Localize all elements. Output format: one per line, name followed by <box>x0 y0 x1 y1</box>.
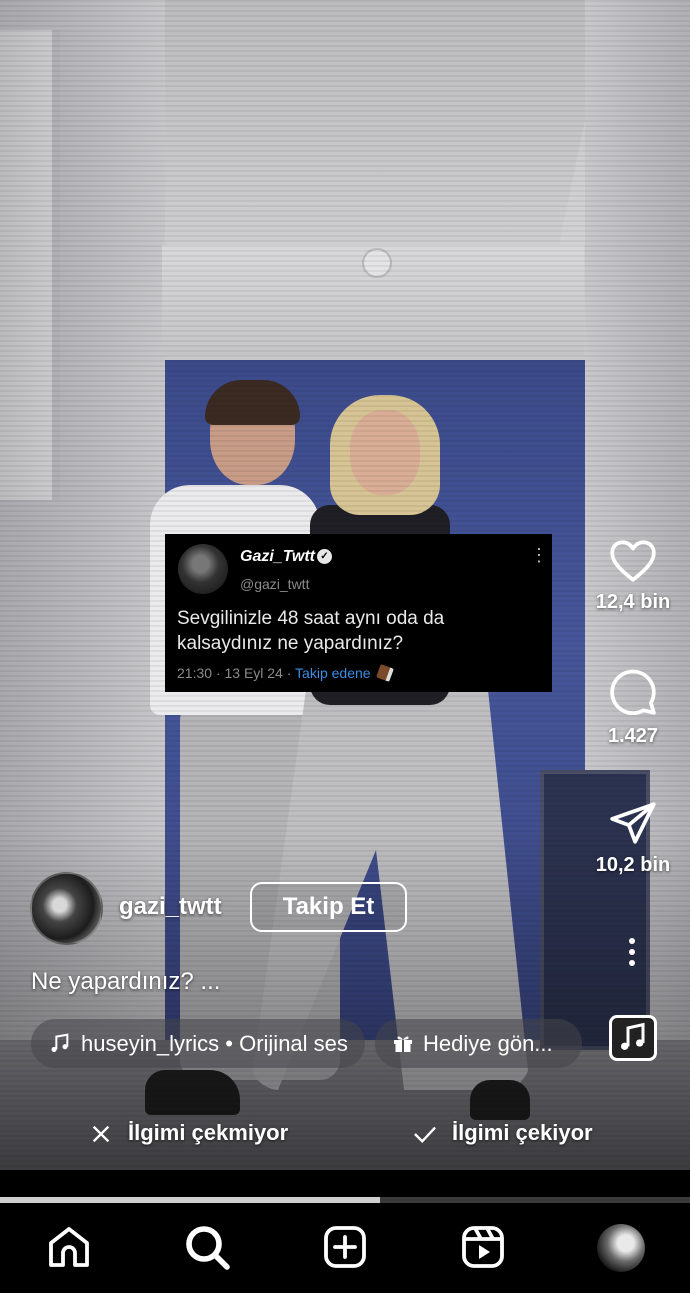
tweet-text: Sevgilinizle 48 saat aynı oda da kalsayd… <box>177 608 445 654</box>
reels-icon <box>462 1226 504 1268</box>
create-tab[interactable] <box>320 1223 370 1273</box>
like-button[interactable]: 12,4 bin <box>588 537 678 614</box>
audio-chip[interactable]: huseyin_lyrics • Orijinal ses <box>31 1019 365 1068</box>
interested-button[interactable]: İlgimi çekiyor <box>412 1120 593 1146</box>
comment-icon <box>610 669 656 716</box>
follow-button[interactable]: Takip Et <box>250 882 407 932</box>
more-options-icon[interactable] <box>622 938 642 972</box>
post-caption[interactable]: Ne yapardınız? ... <box>31 968 220 996</box>
close-icon <box>92 1125 110 1143</box>
author-username[interactable]: gazi_twtt <box>119 893 222 921</box>
like-count: 12,4 bin <box>595 591 671 613</box>
heart-icon <box>610 540 656 582</box>
comment-button[interactable]: 1.427 <box>588 667 678 748</box>
gift-chip[interactable]: Hediye gön... <box>375 1019 582 1068</box>
profile-avatar[interactable] <box>597 1224 645 1272</box>
audio-thumbnail[interactable] <box>609 1015 657 1061</box>
verified-badge-icon: ✓ <box>317 549 332 564</box>
check-icon <box>414 1126 436 1144</box>
bottom-tab-bar <box>0 1205 690 1293</box>
search-tab[interactable] <box>182 1223 232 1273</box>
not-interested-label: İlgimi çekmiyor <box>128 1120 289 1145</box>
interested-label: İlgimi çekiyor <box>452 1120 593 1145</box>
search-icon <box>186 1226 230 1270</box>
tweet-more-icon: ⋮ <box>530 545 548 565</box>
home-tab[interactable] <box>44 1223 94 1273</box>
music-note-icon <box>51 1033 69 1052</box>
share-count: 10,2 bin <box>595 854 671 876</box>
reels-tab[interactable] <box>458 1223 508 1273</box>
author-avatar[interactable] <box>30 872 103 945</box>
tweet-timestamp: 21:30 · 13 Eyl 24 · <box>177 665 296 681</box>
home-icon <box>49 1227 89 1267</box>
gift-chip-label: Hediye gön... <box>423 1031 553 1056</box>
video-progress-fill <box>0 1197 380 1203</box>
audio-chip-label: huseyin_lyrics • Orijinal ses <box>81 1031 348 1056</box>
share-button[interactable]: 10,2 bin <box>588 800 678 877</box>
tweet-card: Gazi_Twtt ✓ @gazi_twtt ⋮ Sevgilinizle 48… <box>165 534 552 692</box>
chocolate-emoji-icon <box>376 664 395 682</box>
comment-count: 1.427 <box>607 725 659 747</box>
video-progress-bar[interactable] <box>0 1197 690 1203</box>
not-interested-button[interactable]: İlgimi çekmiyor <box>88 1120 288 1146</box>
tweet-follow-label: Takip edene <box>295 665 371 681</box>
tweet-display-name: Gazi_Twtt <box>240 548 315 565</box>
tweet-avatar <box>178 544 228 594</box>
gift-icon <box>394 1036 412 1052</box>
tweet-handle: @gazi_twtt <box>240 576 310 592</box>
music-note-icon <box>621 1022 645 1050</box>
send-icon <box>610 802 656 844</box>
create-icon <box>324 1226 366 1268</box>
tweet-meta: 21:30 · 13 Eyl 24 · Takip edene <box>177 664 395 682</box>
